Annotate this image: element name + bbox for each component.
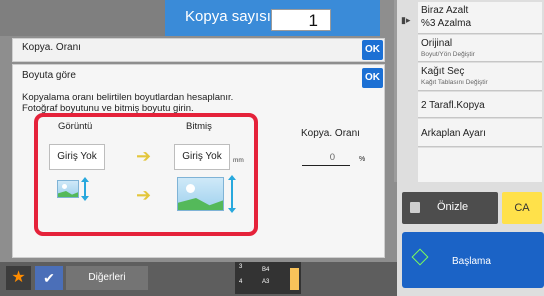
dialog-title-copy-ratio: Kopya. Oranı xyxy=(22,42,81,53)
start-label: Başlama xyxy=(452,256,491,267)
check-icon[interactable]: ✔ xyxy=(35,266,63,290)
tray-level-bar xyxy=(290,268,299,290)
copy-count-label: Kopya sayısı xyxy=(185,8,271,25)
favorite-star-icon[interactable]: ★ xyxy=(6,266,31,290)
menu-duplex-copy-label: 2 Tarafl.Kopya xyxy=(421,100,485,111)
menu-empty-slot xyxy=(418,148,542,182)
menu-original-sub: Boyut/Yön Değiştir xyxy=(421,51,475,58)
menu-reduce-slightly-sub: %3 Azalma xyxy=(421,18,472,29)
tray-size-a3: A3 xyxy=(262,279,270,285)
finished-image-icon xyxy=(177,177,224,211)
tray-size-b4: B4 xyxy=(262,267,270,273)
menu-paper-select[interactable]: Kağıt Seç Kağıt Tablasını Değiştir xyxy=(418,63,542,91)
image-size-input[interactable]: Giriş Yok xyxy=(49,144,105,170)
menu-original[interactable]: Orijinal Boyut/Yön Değiştir xyxy=(418,35,542,62)
arrow-right-icon: ➔ xyxy=(136,146,152,166)
description-line-1: Kopyalama oranı belirtilen boyutlardan h… xyxy=(22,92,234,103)
menu-duplex-copy[interactable]: 2 Tarafl.Kopya xyxy=(418,92,542,118)
preview-icon xyxy=(410,202,420,213)
menu-reduce-slightly[interactable]: Biraz Azalt %3 Azalma xyxy=(418,2,542,34)
ok-button-copy-ratio[interactable]: OK xyxy=(362,40,383,60)
finish-column-header: Bitmiş xyxy=(186,121,212,132)
top-left-area xyxy=(0,0,165,36)
menu-paper-select-sub: Kağıt Tablasını Değiştir xyxy=(421,79,488,86)
image-column-header: Görüntü xyxy=(58,121,93,132)
copy-screen: Kopya sayısı 1 ▮▸ Biraz Azalt %3 Azalma … xyxy=(0,0,544,296)
menu-background-adjust[interactable]: Arkaplan Ayarı xyxy=(418,119,542,147)
ok-button-by-size[interactable]: OK xyxy=(362,68,383,88)
tray-number-4: 4 xyxy=(239,279,243,285)
finished-resize-icon xyxy=(228,175,236,213)
copy-count-input[interactable]: 1 xyxy=(271,9,331,31)
clear-all-button[interactable]: CA xyxy=(502,192,542,224)
menu-paper-select-label: Kağıt Seç xyxy=(421,66,465,77)
percent-unit-label: % xyxy=(359,156,366,163)
source-image-icon xyxy=(57,180,79,198)
right-menu-arrow-icon: ▮▸ xyxy=(401,15,411,25)
dialog-title-by-size: Boyuta göre xyxy=(22,70,76,81)
menu-background-adjust-label: Arkaplan Ayarı xyxy=(421,128,486,139)
arrow-right-icon: ➔ xyxy=(136,185,152,205)
source-resize-icon xyxy=(81,177,89,201)
copy-ratio-value: 0 xyxy=(302,152,350,166)
menu-original-label: Orijinal xyxy=(421,38,453,49)
finish-size-input[interactable]: Giriş Yok xyxy=(174,144,230,170)
preview-label: Önizle xyxy=(437,201,469,213)
menu-reduce-slightly-label: Biraz Azalt xyxy=(421,5,469,16)
tray-number-3: 3 xyxy=(239,264,243,270)
mm-unit-label: mm xyxy=(233,157,244,164)
others-button[interactable]: Diğerleri xyxy=(66,266,148,290)
copy-ratio-label: Kopya. Oranı xyxy=(301,128,360,139)
